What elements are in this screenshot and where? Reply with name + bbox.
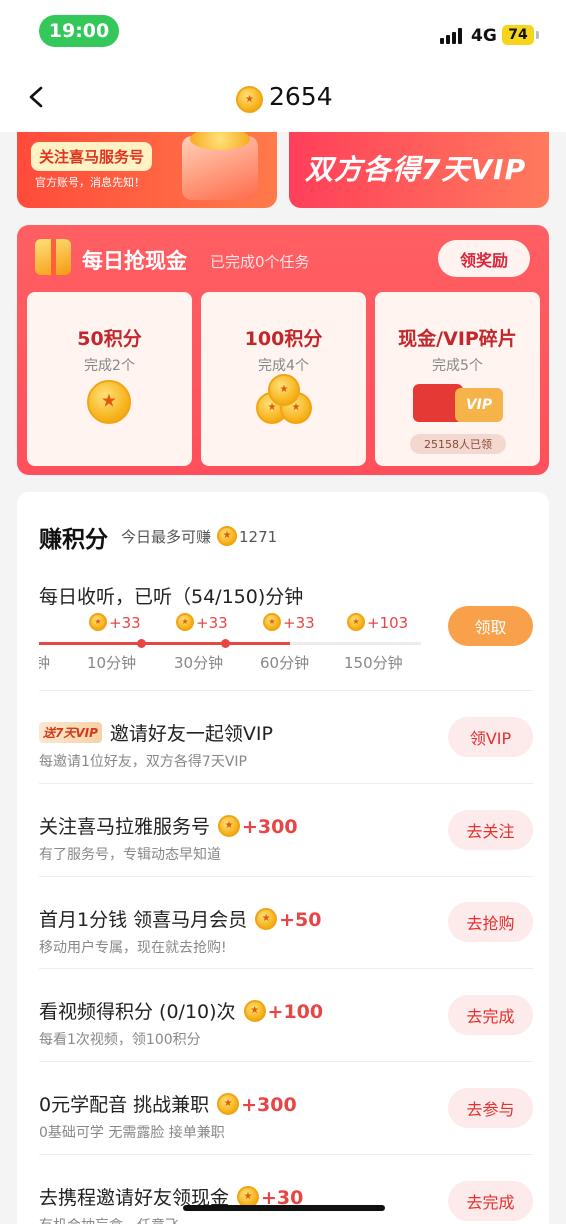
banner-title: 关注喜马服务号 (31, 142, 153, 171)
points-total: 2654 (269, 82, 333, 111)
coin-icon (263, 613, 281, 631)
reward-subtitle: 完成2个 (84, 358, 135, 374)
coin-icon (255, 907, 278, 930)
timeline-bonus: +33 (263, 613, 315, 632)
task-desc: 有机会抽盲盒，任意飞 (39, 1215, 179, 1224)
collect-button[interactable]: 领取 (448, 606, 533, 646)
coin-icon (87, 380, 131, 424)
timeline-progress (39, 642, 290, 645)
timeline-bonus: +33 (89, 613, 141, 632)
task-title: 0元学配音 挑战兼职+300 (39, 1090, 297, 1117)
reward-card-100[interactable]: 100积分 完成4个 (201, 292, 366, 466)
reward-card-50[interactable]: 50积分 完成2个 (27, 292, 192, 466)
reward-card-cash-vip[interactable]: 现金/VIP碎片 完成5个 VIP 25158人已领 (375, 292, 540, 466)
daily-max-label: 今日最多可赚 (121, 528, 212, 546)
reward-title: 100积分 (244, 328, 323, 350)
complete-button[interactable]: 去完成 (448, 1181, 533, 1221)
timeline-label: 150分钟 (344, 654, 403, 670)
status-bar: 19:00 4G 74 (0, 0, 566, 62)
coin-icon (218, 814, 241, 837)
daily-cash-panel: 每日抢现金 已完成0个任务 领奖励 50积分 完成2个 100积分 完成4个 现… (17, 225, 549, 475)
daily-max: 今日最多可赚 1271 (121, 526, 277, 547)
banner-subtitle: 官方账号，消息先知！ (35, 176, 145, 189)
earn-points-card: 赚积分 今日最多可赚 1271 每日收听，已听（54/150)分钟 53 +33 … (17, 492, 549, 1224)
timeline-bonus: +103 (347, 613, 408, 632)
coin-icon (347, 613, 365, 631)
timeline-bonus: +33 (176, 613, 228, 632)
daily-progress: 已完成0个任务 (210, 253, 310, 271)
coin-icon (236, 86, 263, 113)
timeline-bonus: 53 (39, 614, 40, 632)
coin-icon (176, 613, 194, 631)
battery-tip (536, 31, 539, 39)
timeline-dot (137, 639, 146, 648)
reward-title: 现金/VIP碎片 (398, 328, 517, 350)
follow-button[interactable]: 去关注 (448, 810, 533, 850)
timeline-label: 60分钟 (260, 654, 310, 670)
status-time: 19:00 (39, 15, 119, 47)
home-indicator (183, 1205, 385, 1211)
task-desc: 0基础可学 无需露脸 接单兼职 (39, 1125, 225, 1141)
reward-title: 50积分 (77, 328, 142, 350)
timeline-dot (221, 639, 230, 648)
coin-icon (89, 613, 107, 631)
task-title: 看视频得积分 (0/10)次+100 (39, 997, 323, 1024)
claimed-count: 25158人已领 (410, 434, 506, 454)
gift-box-icon (182, 128, 258, 200)
buy-button[interactable]: 去抢购 (448, 902, 533, 942)
back-icon[interactable] (26, 86, 48, 108)
listen-timeline: 53 +33 +33 +33 +103 钟 10分钟 30分钟 60分钟 150… (39, 610, 421, 670)
reward-subtitle: 完成4个 (258, 358, 309, 374)
daily-title: 每日抢现金 (82, 249, 187, 273)
listen-task-title: 每日收听，已听（54/150)分钟 (39, 586, 304, 608)
coin-icon (217, 1092, 240, 1115)
claim-reward-button[interactable]: 领奖励 (438, 240, 530, 277)
coin-icon (243, 999, 266, 1022)
vip-piece-icon: VIP (455, 388, 503, 422)
timeline-label: 钟 (39, 654, 51, 670)
banner-text: 双方各得7天VIP (305, 153, 527, 186)
task-desc: 每看1次视频，领100积分 (39, 1032, 201, 1048)
gift-icon (35, 239, 71, 275)
task-desc: 有了服务号，专辑动态早知道 (39, 847, 221, 863)
task-title: 关注喜马拉雅服务号+300 (39, 812, 298, 839)
task-bonus: +300 (242, 816, 298, 838)
nav-bar: 2654 (0, 62, 566, 132)
task-bonus: +50 (279, 909, 322, 931)
task-desc: 每邀请1位好友，双方各得7天VIP (39, 754, 247, 770)
vip-gift-tag: 送7天VIP (39, 722, 102, 743)
get-vip-button[interactable]: 领VIP (448, 717, 533, 757)
signal-icon (440, 28, 464, 44)
reward-subtitle: 完成5个 (432, 358, 483, 374)
battery-icon: 74 (502, 25, 534, 45)
task-desc: 移动用户专属，现在就去抢购! (39, 940, 227, 956)
task-title: 送7天VIP 邀请好友一起领VIP (39, 719, 273, 746)
network-label: 4G (471, 26, 497, 46)
section-title: 赚积分 (39, 527, 108, 553)
coins-stack-icon (256, 374, 316, 424)
complete-button[interactable]: 去完成 (448, 995, 533, 1035)
daily-max-value: 1271 (239, 528, 278, 546)
join-button[interactable]: 去参与 (448, 1088, 533, 1128)
task-bonus: +300 (241, 1094, 297, 1116)
task-bonus: +100 (267, 1001, 324, 1023)
task-title: 首月1分钱 领喜马月会员+50 (39, 905, 322, 932)
timeline-label: 30分钟 (174, 654, 224, 670)
coin-icon (217, 526, 238, 546)
timeline-label: 10分钟 (87, 654, 137, 670)
